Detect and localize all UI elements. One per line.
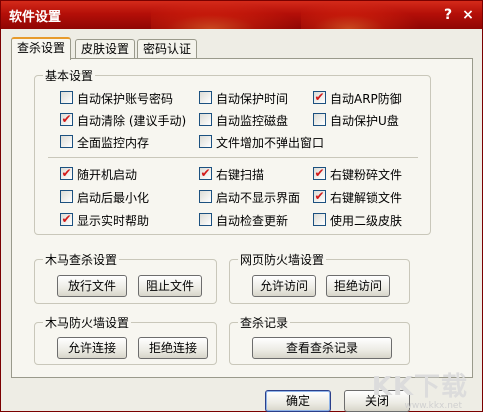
checkbox-label: 自动ARP防御: [330, 92, 402, 106]
checkbox-label: 显示实时帮助: [77, 214, 150, 228]
divider: [48, 157, 418, 158]
checkbox-box[interactable]: ✔: [60, 135, 73, 148]
tab-skin-settings[interactable]: 皮肤设置: [75, 39, 135, 59]
view-scan-log-button[interactable]: 查看查杀记录: [252, 337, 392, 359]
checkbox-box[interactable]: ✔: [60, 91, 73, 104]
checkbox-box[interactable]: ✔: [60, 212, 73, 226]
close-icon[interactable]: ×: [459, 6, 477, 24]
checkbox-label: 自动检查更新: [216, 214, 289, 228]
ok-button[interactable]: 确定: [265, 390, 331, 412]
checkbox-box[interactable]: ✔: [60, 190, 73, 203]
checkbox-label: 启动后最小化: [77, 191, 150, 205]
deny-connection-button[interactable]: 拒绝连接: [138, 337, 208, 359]
checkbox-label: 自动保护时间: [216, 92, 289, 106]
tab-password-auth[interactable]: 密码认证: [137, 39, 197, 59]
checkbox-label: 全面监控内存: [77, 136, 150, 150]
allow-connection-button[interactable]: 允许连接: [57, 337, 127, 359]
help-button[interactable]: ?: [439, 6, 457, 24]
check-icon: ✔: [314, 166, 325, 180]
checkbox-label: 右键扫描: [216, 168, 265, 182]
checkbox-label: 随开机启动: [77, 168, 138, 182]
watermark-url: www.kkx.net: [404, 401, 463, 411]
check-icon: ✔: [314, 90, 325, 104]
flame-decoration: [151, 1, 301, 29]
checkbox-box[interactable]: ✔: [313, 189, 326, 203]
checkbox-label: 自动清除 (建议手动): [77, 114, 187, 128]
checkbox-box[interactable]: ✔: [199, 213, 212, 226]
check-icon: ✔: [61, 166, 72, 180]
checkbox-box[interactable]: ✔: [199, 91, 212, 104]
trojan-firewall-label: 木马防火墙设置: [43, 314, 132, 331]
tab-panel: 基本设置 木马查杀设置 放行文件 阻止文件 网页防火墙设置 允许访问 拒绝访问 …: [11, 58, 473, 378]
block-file-button[interactable]: 阻止文件: [138, 275, 202, 297]
check-icon: ✔: [61, 112, 72, 126]
checkbox-box[interactable]: ✔: [313, 90, 326, 104]
web-firewall-label: 网页防火墙设置: [238, 251, 327, 268]
checkbox-label: 启动不显示界面: [216, 191, 301, 205]
checkbox-label: 自动保护账号密码: [77, 92, 174, 106]
flame-decoration: [301, 1, 421, 29]
checkbox-label: 文件增加不弹出窗口: [216, 136, 325, 150]
checkbox-box[interactable]: ✔: [313, 166, 326, 180]
title-bar[interactable]: 软件设置 ? ×: [1, 1, 482, 29]
trojan-scan-label: 木马查杀设置: [43, 251, 120, 268]
checkbox-label: 自动保护U盘: [330, 114, 399, 128]
checkbox-box[interactable]: ✔: [60, 166, 73, 180]
checkbox-box[interactable]: ✔: [199, 166, 212, 180]
checkbox-label: 使用二级皮肤: [330, 214, 403, 228]
checkbox-box[interactable]: ✔: [313, 113, 326, 126]
allow-file-button[interactable]: 放行文件: [57, 275, 127, 297]
check-icon: ✔: [61, 212, 72, 226]
window-title: 软件设置: [9, 10, 62, 25]
checkbox-box[interactable]: ✔: [199, 190, 212, 203]
allow-access-button[interactable]: 允许访问: [252, 275, 316, 297]
scan-log-label: 查杀记录: [238, 314, 291, 331]
checkbox-box[interactable]: ✔: [199, 113, 212, 126]
checkbox-label: 自动监控磁盘: [216, 114, 289, 128]
check-icon: ✔: [200, 166, 211, 180]
watermark-logo: KK下载: [371, 372, 468, 402]
settings-window: 软件设置 ? × 查杀设置 皮肤设置 密码认证 基本设置 木马查杀设置 放行文件…: [0, 0, 483, 412]
tab-scan-settings[interactable]: 查杀设置: [11, 37, 71, 60]
basic-settings-label: 基本设置: [43, 67, 96, 84]
checkbox-label: 右键解锁文件: [330, 191, 403, 205]
checkbox-box[interactable]: ✔: [313, 213, 326, 226]
checkbox-label: 右键粉碎文件: [330, 168, 403, 182]
check-icon: ✔: [314, 189, 325, 203]
deny-access-button[interactable]: 拒绝访问: [326, 275, 390, 297]
checkbox-box[interactable]: ✔: [199, 135, 212, 148]
checkbox-box[interactable]: ✔: [60, 112, 73, 126]
